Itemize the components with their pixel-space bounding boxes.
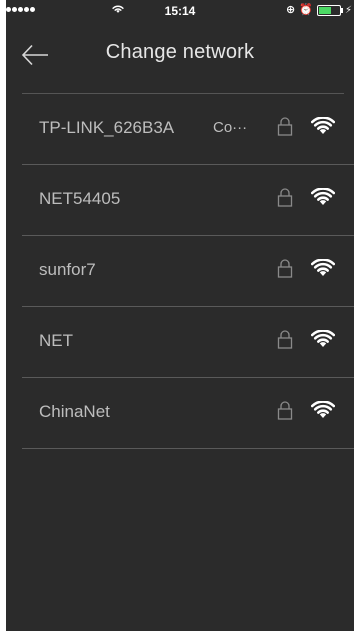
lock-icon — [277, 401, 293, 420]
phone-frame: 15:14 ⊕ ⏰ ⚡ Change network TP-LINK_626B3… — [0, 0, 354, 631]
network-status: Co··· — [213, 119, 248, 136]
wifi-signal-icon — [311, 401, 335, 418]
network-row[interactable]: NET54405 — [6, 165, 354, 236]
status-bar: 15:14 ⊕ ⏰ ⚡ — [6, 0, 354, 20]
network-row[interactable]: TP-LINK_626B3A Co··· — [6, 94, 354, 165]
network-name: NET — [39, 331, 73, 350]
network-name: sunfor7 — [39, 260, 96, 279]
lock-icon — [277, 117, 293, 136]
nav-header: Change network — [6, 20, 354, 94]
lock-icon — [277, 188, 293, 207]
wifi-signal-icon — [311, 188, 335, 205]
rotation-lock-icon: ⊕ — [286, 4, 296, 16]
wifi-signal-icon — [311, 330, 335, 347]
lock-icon — [277, 330, 293, 349]
battery-icon — [316, 4, 343, 16]
page-title: Change network — [105, 41, 255, 63]
wifi-signal-icon — [311, 259, 335, 276]
screen: 15:14 ⊕ ⏰ ⚡ Change network TP-LINK_626B3… — [6, 0, 354, 631]
network-row[interactable]: ChinaNet — [6, 378, 354, 449]
network-list: TP-LINK_626B3A Co··· NET54405 sunfor7 NE… — [6, 94, 354, 449]
charging-icon: ⚡ — [344, 4, 352, 16]
lock-icon — [277, 259, 293, 278]
network-name: ChinaNet — [39, 402, 110, 421]
network-name: NET54405 — [39, 189, 121, 208]
network-row[interactable]: sunfor7 — [6, 236, 354, 307]
alarm-icon: ⏰ — [299, 4, 313, 16]
network-name: TP-LINK_626B3A — [39, 118, 175, 137]
network-row[interactable]: NET — [6, 307, 354, 378]
status-icons: ⊕ ⏰ ⚡ — [286, 4, 352, 16]
wifi-signal-icon — [311, 117, 335, 134]
